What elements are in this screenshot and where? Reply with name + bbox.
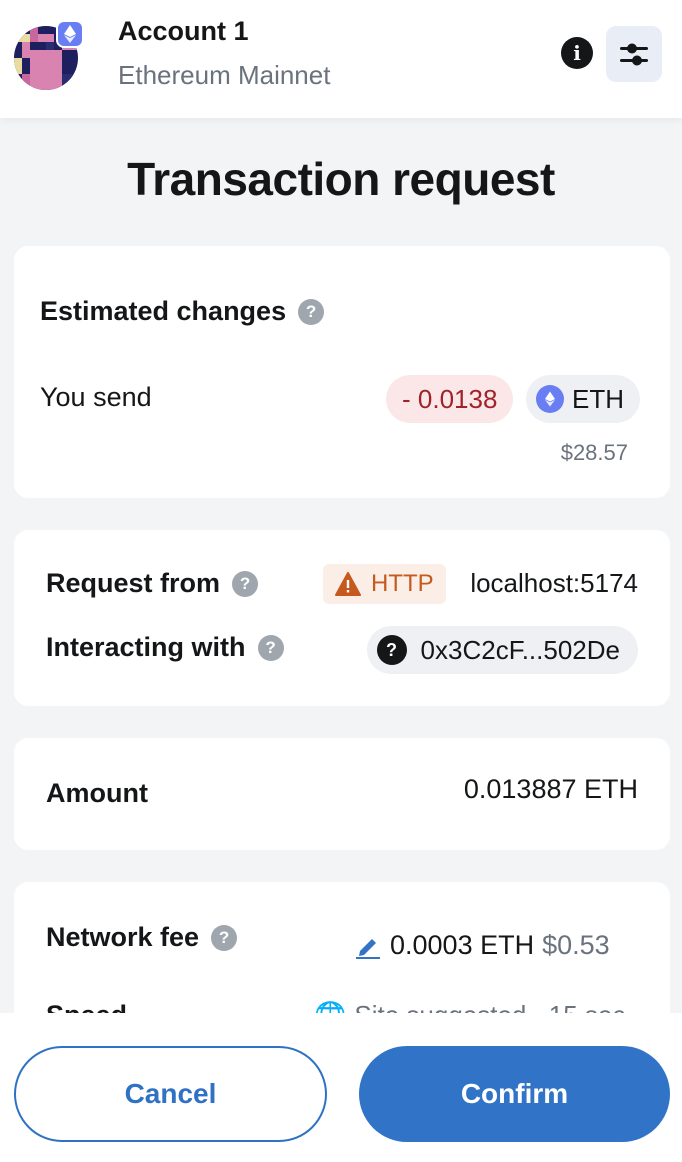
request-from-label: Request from — [46, 568, 221, 598]
token-symbol: ETH — [572, 383, 624, 414]
help-icon[interactable]: ? — [298, 298, 325, 325]
sliders-icon — [620, 43, 648, 66]
eth-icon — [536, 385, 564, 413]
help-icon[interactable]: ? — [257, 634, 284, 661]
fee-eth: 0.0003 ETH — [390, 930, 535, 960]
amount-value: 0.013887 ETH — [463, 774, 638, 804]
protocol-label: HTTP — [371, 570, 434, 597]
page-title: Transaction request — [127, 153, 555, 205]
estimated-changes-title: Estimated changes — [40, 296, 287, 326]
contract-address-pill[interactable]: ? 0x3C2cF...502De — [366, 626, 638, 674]
request-details-card: Request from ? HTTP localhost:5174 Inter… — [14, 530, 670, 706]
cancel-button[interactable]: Cancel — [14, 1046, 327, 1142]
settings-button[interactable] — [606, 26, 662, 82]
warning-icon — [335, 572, 361, 596]
ethereum-network-icon — [56, 20, 84, 48]
header: Account 1 Ethereum Mainnet i — [0, 0, 682, 118]
footer: Cancel Confirm — [0, 1013, 682, 1162]
amount-card: Amount 0.013887 ETH — [14, 738, 670, 850]
fee-fiat: $0.53 — [542, 930, 610, 960]
confirm-button[interactable]: Confirm — [359, 1046, 670, 1142]
request-origin: localhost:5174 — [470, 568, 638, 598]
token-pill[interactable]: ETH — [526, 375, 640, 423]
account-name[interactable]: Account 1 — [118, 16, 249, 47]
edit-icon[interactable] — [354, 932, 382, 960]
unknown-contract-icon: ? — [376, 635, 407, 665]
help-icon[interactable]: ? — [232, 570, 259, 597]
network-name: Ethereum Mainnet — [118, 60, 331, 90]
amount-label: Amount — [46, 778, 148, 808]
interacting-with-label: Interacting with — [46, 632, 246, 662]
you-send-label: You send — [40, 382, 152, 412]
help-icon[interactable]: ? — [211, 924, 238, 951]
network-fee-value[interactable]: 0.0003 ETH $0.53 — [354, 930, 610, 961]
send-fiat-value: $28.57 — [560, 440, 628, 465]
info-icon[interactable]: i — [561, 37, 593, 69]
network-fee-label: Network fee — [46, 922, 200, 952]
estimated-changes-card: Estimated changes ? You send - 0.0138 ET… — [14, 246, 670, 498]
contract-address: 0x3C2cF...502De — [420, 634, 620, 665]
send-amount-badge: - 0.0138 — [386, 375, 514, 423]
http-warning-badge[interactable]: HTTP — [323, 564, 446, 604]
